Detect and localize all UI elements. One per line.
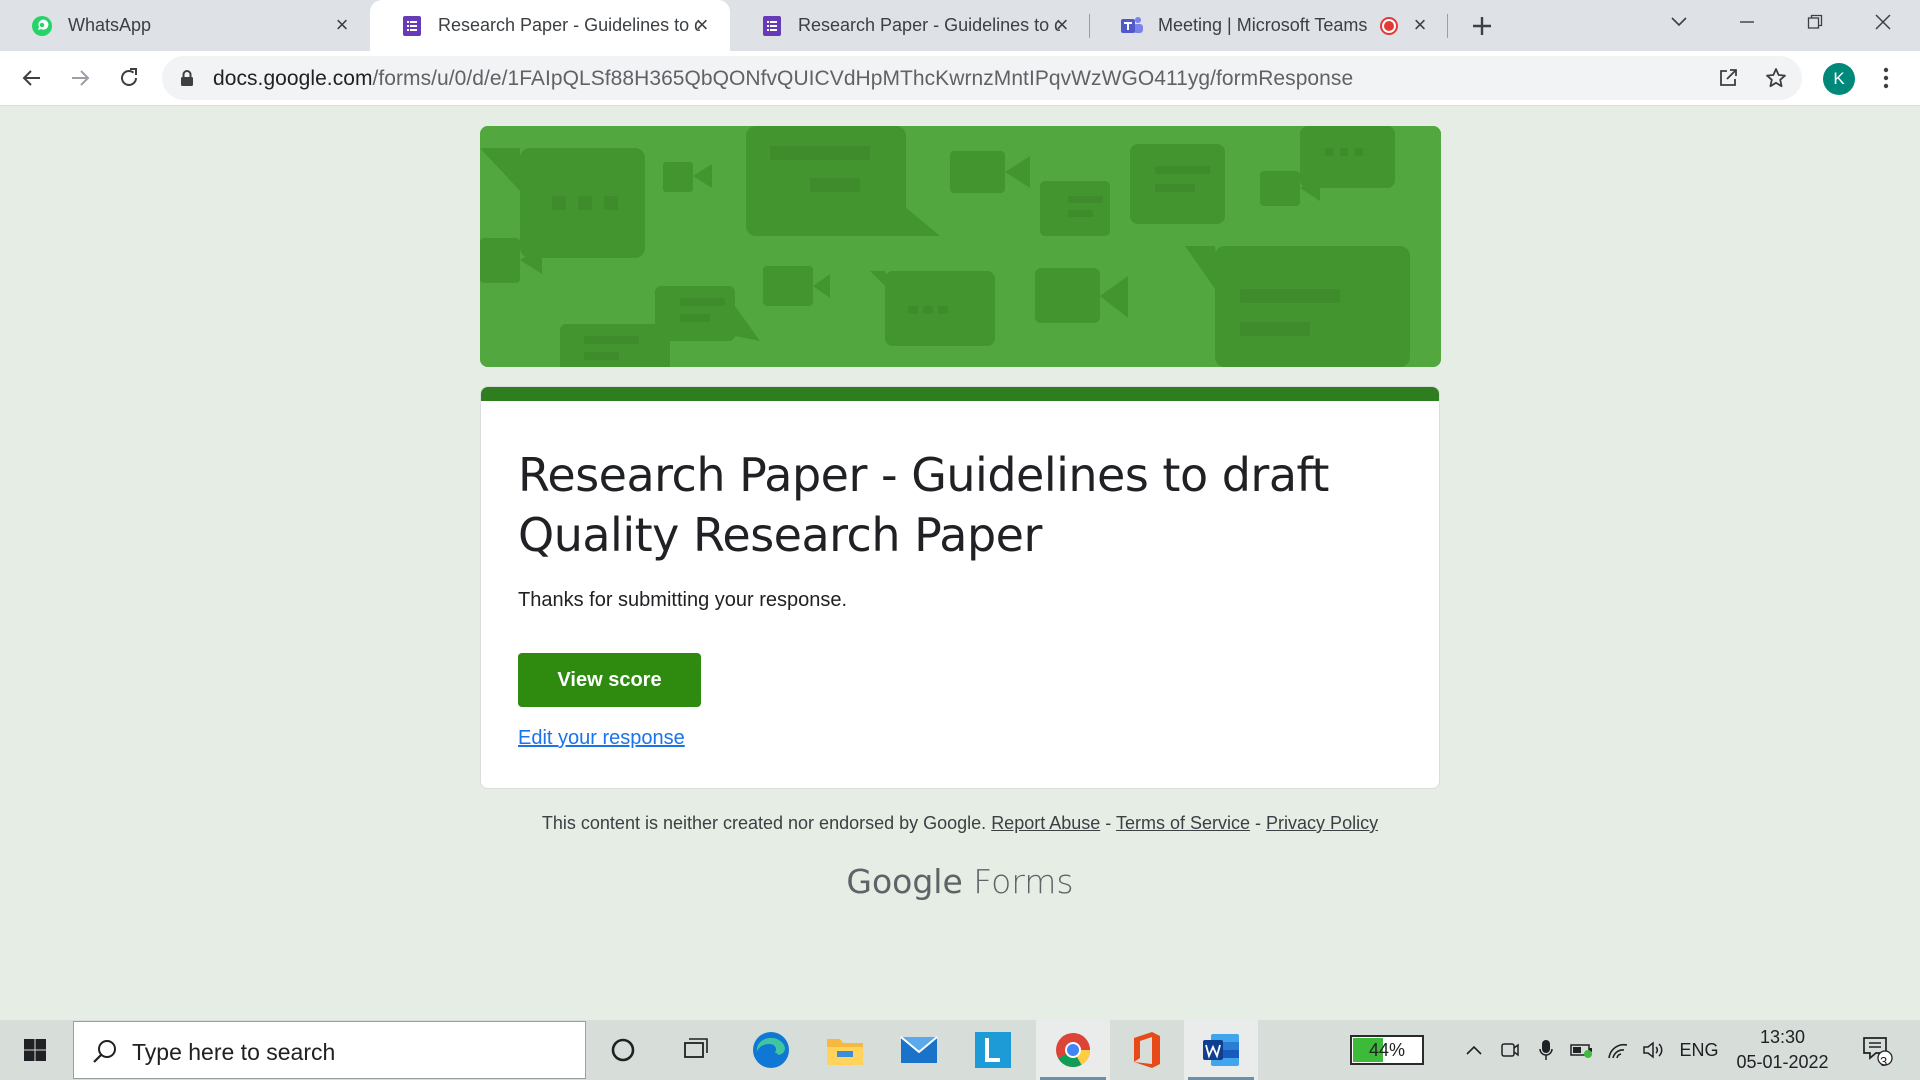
edge-icon[interactable] [734,1020,808,1080]
footer-separator: - [1105,813,1112,833]
avatar[interactable]: K [1823,63,1855,95]
search-placeholder: Type here to search [132,1039,336,1065]
language-indicator[interactable]: ENG [1674,1020,1724,1080]
windows-start-icon[interactable] [0,1020,70,1080]
view-score-button[interactable]: View score [518,653,701,707]
more-menu-icon[interactable] [1868,60,1904,96]
url-host: docs.google.com [213,67,373,90]
minimize-icon[interactable] [1716,0,1778,44]
tab-title: Research Paper - Guidelines to draft [438,15,700,35]
brand-google: Google [846,862,963,901]
tab-research-paper-active[interactable]: Research Paper - Guidelines to draft × [370,0,730,51]
footer-separator: - [1255,813,1262,833]
edit-response-link[interactable]: Edit your response [518,727,685,750]
volume-icon[interactable] [1638,1020,1670,1080]
lock-icon [180,69,194,92]
tab-title: Research Paper - Guidelines to draft [798,15,1060,35]
form-header-banner [480,126,1441,367]
url-text: docs.google.com/forms/u/0/d/e/1FAIpQLSf8… [213,67,1353,91]
close-icon[interactable]: × [330,13,354,37]
google-forms-logo[interactable]: Google Forms [480,862,1440,901]
recording-icon [1380,17,1398,35]
tab-title: WhatsApp [68,15,152,35]
google-forms-icon [400,14,424,38]
browser-tab-bar: WhatsApp × Research Paper - Guidelines t… [0,0,1920,51]
taskbar-search-box[interactable]: Type here to search [73,1021,586,1079]
close-icon[interactable]: × [1408,13,1432,37]
file-explorer-icon[interactable] [808,1020,882,1080]
word-icon[interactable] [1184,1020,1258,1080]
disclaimer-text: This content is neither created nor endo… [541,813,987,833]
microphone-icon[interactable] [1530,1020,1562,1080]
tab-whatsapp[interactable]: WhatsApp × [0,0,370,51]
tab-separator [1447,14,1448,38]
terms-of-service-link[interactable]: Terms of Service [1116,813,1250,833]
card-accent-bar [481,387,1439,401]
close-icon[interactable]: × [690,13,714,37]
lync-app-icon[interactable] [956,1020,1030,1080]
footer-disclaimer: This content is neither created nor endo… [480,813,1440,834]
tab-search-chevron-icon[interactable] [1648,0,1710,44]
form-title: Research Paper - Guidelines to draft Qua… [518,448,1329,562]
tab-research-paper[interactable]: Research Paper - Guidelines to draft × [730,0,1090,51]
form-response-card: Research Paper - Guidelines to draft Qua… [480,386,1440,789]
chrome-icon[interactable] [1036,1020,1110,1080]
restore-icon[interactable] [1784,0,1846,44]
brand-forms: Forms [973,862,1074,901]
back-arrow-icon[interactable] [14,60,50,96]
teams-icon [1120,14,1144,38]
forward-arrow-icon[interactable] [62,60,98,96]
reload-icon[interactable] [111,60,147,96]
windows-taskbar: Type here to search 44% ENG 13:30 05-01-… [0,1020,1920,1080]
browser-toolbar: docs.google.com/forms/u/0/d/e/1FAIpQLSf8… [0,51,1920,106]
mail-icon[interactable] [882,1020,956,1080]
show-hidden-icons-chevron-icon[interactable] [1458,1020,1490,1080]
task-view-icon[interactable] [660,1020,734,1080]
meet-now-icon[interactable] [1494,1020,1526,1080]
tab-teams-meeting[interactable]: Meeting | Microsoft Teams × [1090,0,1448,51]
search-icon [92,1038,118,1069]
url-path: /forms/u/0/d/e/1FAIpQLSf88H365QbQONfvQUI… [372,67,1354,90]
battery-percentage: 44% [1368,1040,1406,1060]
share-icon[interactable] [1716,66,1740,95]
confirmation-message: Thanks for submitting your response. [518,589,848,611]
privacy-policy-link[interactable]: Privacy Policy [1266,813,1378,833]
close-window-icon[interactable] [1852,0,1914,44]
clock-date[interactable]: 05-01-2022 [1735,1052,1830,1073]
wifi-icon[interactable] [1602,1020,1634,1080]
tab-title: Meeting | Microsoft Teams [1158,15,1368,35]
cortana-icon[interactable] [586,1020,660,1080]
whatsapp-icon [30,14,54,38]
battery-charging-icon[interactable] [1566,1020,1598,1080]
new-tab-icon[interactable] [1468,12,1496,40]
report-abuse-link[interactable]: Report Abuse [991,813,1100,833]
battery-meter[interactable]: 44% [1350,1035,1424,1065]
office-icon[interactable] [1110,1020,1184,1080]
clock-time[interactable]: 13:30 [1735,1027,1830,1048]
notification-center-icon[interactable]: 3 [1852,1020,1902,1080]
notification-count: 3 [1880,1054,1888,1069]
bookmark-star-icon[interactable] [1764,66,1788,95]
close-icon[interactable]: × [1050,13,1074,37]
google-forms-icon [760,14,784,38]
address-bar[interactable]: docs.google.com/forms/u/0/d/e/1FAIpQLSf8… [162,56,1802,100]
